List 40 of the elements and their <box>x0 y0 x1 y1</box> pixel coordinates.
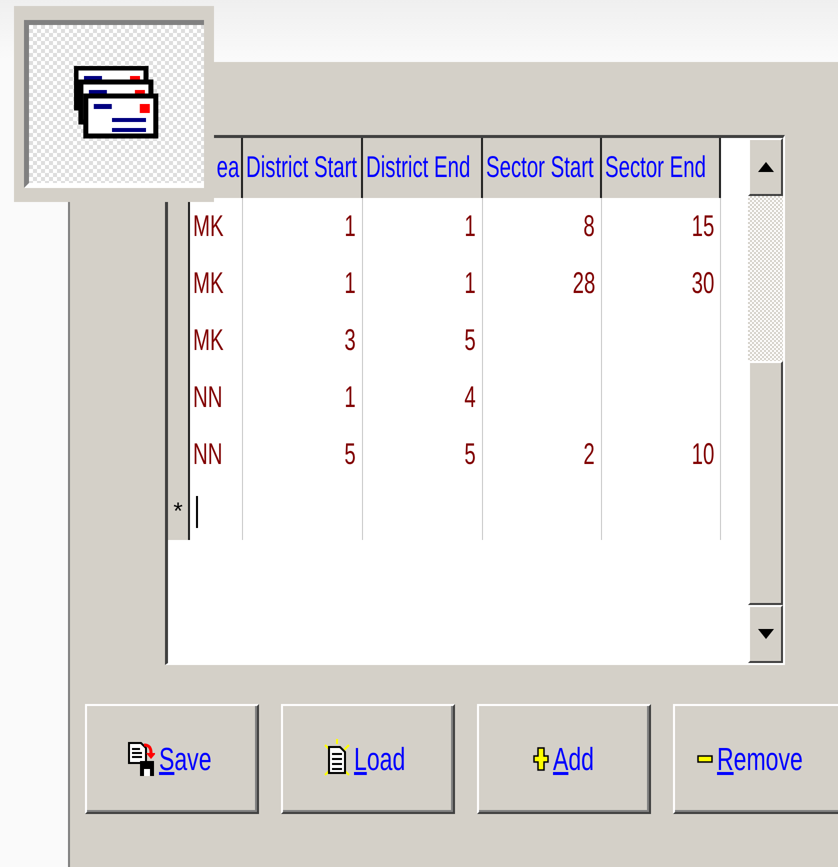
add-button[interactable]: Add <box>477 704 651 814</box>
up-arrow-icon <box>758 162 774 172</box>
table-cell: 8 <box>483 198 602 255</box>
scroll-thumb[interactable] <box>748 361 783 605</box>
data-grid[interactable]: ea District Start District End Sector Start Sector End MK 1 1 8 15 MK 1 1 28 30 MK 3 5 NN 1 4 NN 5 5 2 10 * <box>165 135 785 665</box>
remove-button[interactable]: Remove <box>673 704 838 814</box>
column-header[interactable]: District Start <box>243 138 363 198</box>
table-cell: 10 <box>602 426 721 483</box>
save-button[interactable]: Save <box>85 704 259 814</box>
column-header[interactable]: ea <box>217 138 243 198</box>
table-cell: 5 <box>363 312 483 369</box>
minus-icon <box>697 755 714 763</box>
table-cell: 5 <box>243 426 363 483</box>
table-cell: 2 <box>483 426 602 483</box>
save-icon <box>126 741 155 777</box>
table-cell: 28 <box>483 255 602 312</box>
table-cell: MK <box>190 255 243 312</box>
table-cell: 30 <box>602 255 721 312</box>
table-cell: 4 <box>363 369 483 426</box>
load-button[interactable]: Load <box>281 704 455 814</box>
table-cell: NN <box>190 426 243 483</box>
column-header[interactable]: Sector Start <box>483 138 602 198</box>
table-cell: 1 <box>243 198 363 255</box>
plus-icon <box>532 747 549 771</box>
column-header[interactable]: Sector End <box>602 138 721 198</box>
scroll-up-button[interactable] <box>748 138 783 196</box>
new-row-marker: * <box>168 483 190 540</box>
table-cell: 5 <box>363 426 483 483</box>
table-cell: 15 <box>602 198 721 255</box>
table-cell: 3 <box>243 312 363 369</box>
scroll-down-button[interactable] <box>748 605 783 663</box>
column-header[interactable]: District End <box>363 138 483 198</box>
table-cell: 1 <box>243 255 363 312</box>
down-arrow-icon <box>758 629 774 639</box>
table-cell: 1 <box>243 369 363 426</box>
table-cell: 1 <box>363 255 483 312</box>
table-cell: NN <box>190 369 243 426</box>
table-cell: MK <box>190 312 243 369</box>
text-cursor <box>196 496 198 528</box>
table-cell: 1 <box>363 198 483 255</box>
